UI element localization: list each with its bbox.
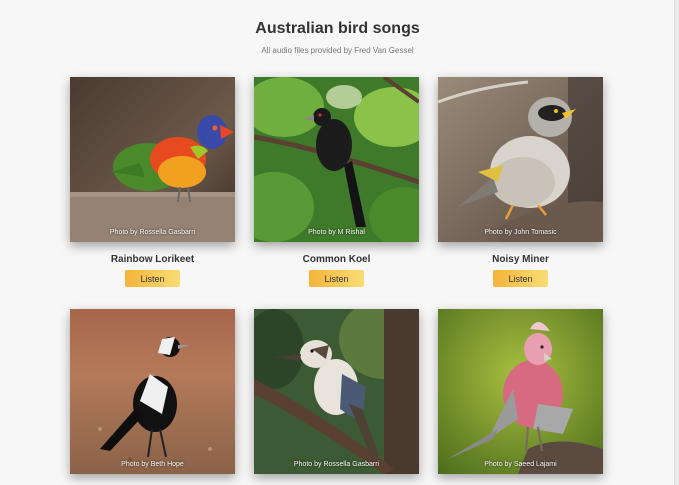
bird-name: Common Koel <box>302 254 371 265</box>
listen-button-noisy-miner[interactable]: Listen <box>493 270 548 287</box>
bird-card-galah: Photo by Saeed Lajami <box>438 309 603 474</box>
bird-card-magpie: Photo by Beth Hope <box>70 309 235 474</box>
bird-card-rainbow-lorikeet: Photo by Rossella Gasbarri Rainbow Lorik… <box>70 77 235 287</box>
page-title: Australian bird songs <box>255 20 420 37</box>
photo-credit: Photo by M Rishal <box>308 229 365 236</box>
kookaburra-image <box>254 309 419 474</box>
bird-photo: Photo by Saeed Lajami <box>438 309 603 474</box>
photo-credit: Photo by Rossella Gasbarri <box>109 229 196 236</box>
photo-credit: Photo by Beth Hope <box>121 461 184 468</box>
photo-credit: Photo by Saeed Lajami <box>484 461 557 468</box>
bird-photo: Photo by Rossella Gasbarri <box>254 309 419 474</box>
bird-photo: Photo by Rossella Gasbarri <box>70 77 235 242</box>
bird-photo: Photo by M Rishal <box>254 77 419 242</box>
bird-photo: Photo by John Tomasic <box>438 77 603 242</box>
bird-card-noisy-miner: Photo by John Tomasic Noisy Miner Listen <box>438 77 603 287</box>
photo-credit: Photo by Rossella Gasbarri <box>293 461 380 468</box>
bird-card-kookaburra: Photo by Rossella Gasbarri <box>254 309 419 474</box>
bird-name: Noisy Miner <box>492 254 549 265</box>
listen-button-common-koel[interactable]: Listen <box>309 270 364 287</box>
galah-image <box>438 309 603 474</box>
listen-button-rainbow-lorikeet[interactable]: Listen <box>125 270 180 287</box>
common-koel-image <box>254 77 419 242</box>
photo-credit: Photo by John Tomasic <box>484 229 557 236</box>
scrollbar[interactable] <box>674 0 679 485</box>
magpie-image <box>70 309 235 474</box>
noisy-miner-image <box>438 77 603 242</box>
bird-card-common-koel: Photo by M Rishal Common Koel Listen <box>254 77 419 287</box>
bird-photo: Photo by Beth Hope <box>70 309 235 474</box>
page: Australian bird songs All audio files pr… <box>0 0 679 485</box>
bird-name: Rainbow Lorikeet <box>110 254 195 265</box>
page-subtitle: All audio files provided by Fred Van Ges… <box>261 46 414 55</box>
rainbow-lorikeet-image <box>70 77 235 242</box>
